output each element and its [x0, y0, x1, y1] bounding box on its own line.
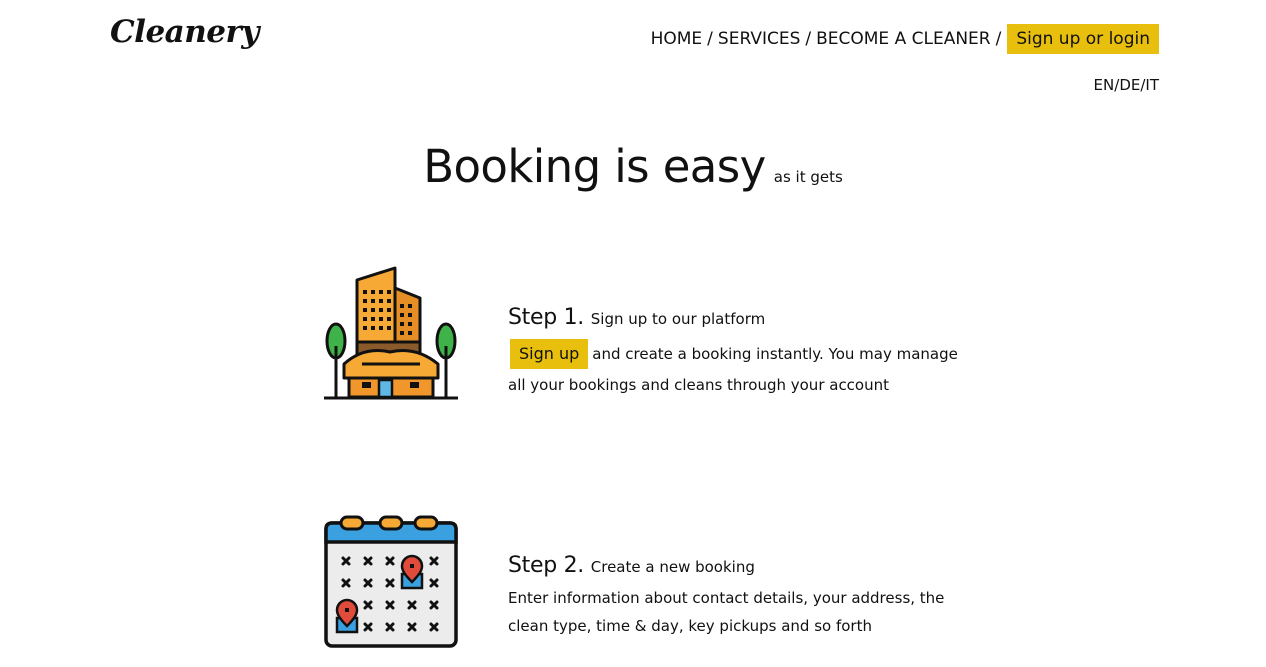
signup-login-button[interactable]: Sign up or login [1007, 24, 1159, 54]
nav-separator: / [805, 29, 812, 49]
signup-button[interactable]: Sign up [510, 339, 589, 369]
language-en[interactable]: EN [1094, 76, 1115, 94]
step-1-title: Step 1. [508, 305, 584, 330]
nav-separator: / [707, 29, 713, 49]
language-switcher: EN/DE/IT [1094, 76, 1159, 94]
calendar-icon [324, 514, 458, 648]
hero-subtitle: as it gets [773, 168, 843, 186]
hero-heading: Booking is easy as it gets [0, 140, 1266, 193]
step-1: Step 1. Sign up to our platform Sign up a… [508, 304, 958, 399]
hero-title: Booking is easy [423, 140, 766, 193]
step-1-subtitle: Sign up to our platform [590, 310, 766, 328]
page: Cleanery HOME / SERVICES / BECOME A CLEA… [0, 0, 1266, 667]
main-nav: HOME / SERVICES / BECOME A CLEANER / Sig… [651, 24, 1159, 54]
nav-separator: / [995, 29, 1002, 49]
nav-item-home[interactable]: HOME [651, 29, 703, 49]
nav-item-services[interactable]: SERVICES [718, 29, 800, 49]
step-2-subtitle: Create a new booking [590, 558, 755, 576]
language-de[interactable]: DE [1119, 76, 1140, 94]
step-2-title: Step 2. [508, 553, 584, 578]
step-2-description: Enter information about contact details,… [508, 589, 945, 635]
nav-item-become-a-cleaner[interactable]: BECOME A CLEANER [816, 29, 990, 49]
logo[interactable]: Cleanery [110, 14, 259, 50]
language-it[interactable]: IT [1145, 76, 1159, 94]
step-2: Step 2. Create a new booking Enter infor… [508, 552, 958, 640]
buildings-icon [324, 266, 458, 400]
